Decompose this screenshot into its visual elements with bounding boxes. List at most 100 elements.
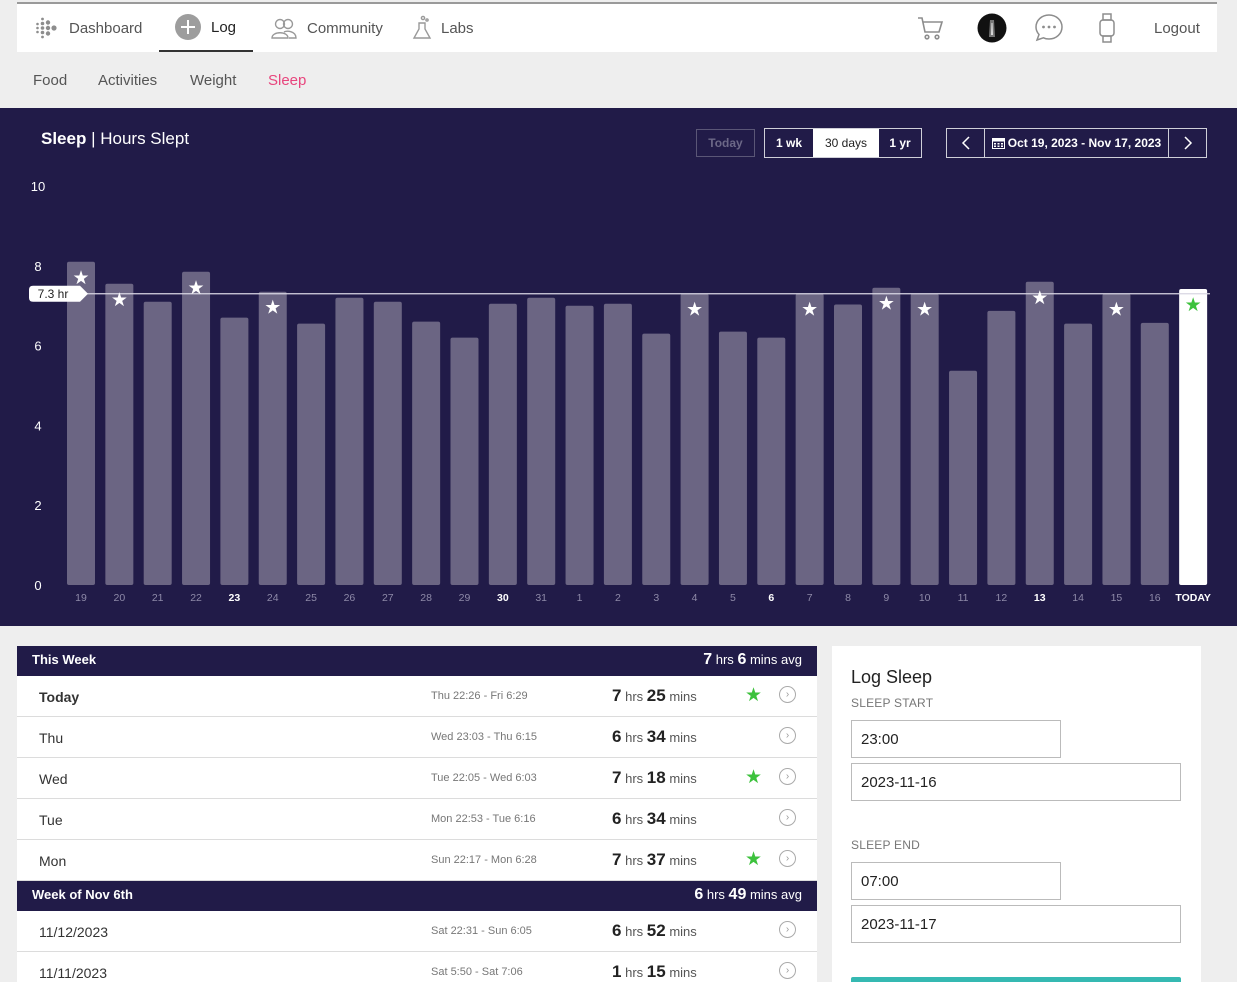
sleep-bar[interactable] <box>527 297 556 585</box>
sleep-bar[interactable] <box>335 297 364 585</box>
sleep-bar[interactable] <box>718 331 747 585</box>
sleep-bar[interactable] <box>1140 322 1169 585</box>
chevron-right-icon[interactable]: › <box>779 727 796 744</box>
avatar[interactable] <box>977 13 1007 43</box>
subnav-sleep[interactable]: Sleep <box>268 72 306 89</box>
y-tick-label: 8 <box>34 259 41 274</box>
sleep-end-label: SLEEP END <box>851 838 920 852</box>
sleep-bar[interactable] <box>67 261 95 585</box>
nav-community[interactable]: Community <box>270 4 383 52</box>
logout-link[interactable]: Logout <box>1154 4 1200 52</box>
x-tick-label: 1 <box>577 592 583 604</box>
nav-log-label: Log <box>211 18 237 36</box>
logout-label: Logout <box>1154 19 1200 37</box>
chevron-right-icon[interactable]: › <box>779 850 796 867</box>
sleep-bar[interactable] <box>373 301 402 585</box>
sleep-bar[interactable] <box>143 301 172 585</box>
sleep-bar[interactable] <box>834 304 862 585</box>
chevron-right-icon[interactable]: › <box>779 686 796 703</box>
sleep-end-date-input[interactable]: 2023-11-17 <box>851 905 1181 943</box>
y-tick-label: 2 <box>34 498 41 513</box>
row-day: Today <box>39 689 80 705</box>
sleep-bar[interactable] <box>1064 323 1093 585</box>
goal-star-icon: ★ <box>1108 299 1125 321</box>
row-time-range: Thu 22:26 - Fri 6:29 <box>431 690 528 702</box>
sleep-bar[interactable] <box>680 293 709 585</box>
subnav-weight[interactable]: Weight <box>190 72 236 89</box>
sleep-bar[interactable] <box>757 337 786 585</box>
row-duration: 7 hrs 37 mins <box>612 850 697 869</box>
sleep-bar[interactable] <box>795 293 824 585</box>
log-sleep-title: Log Sleep <box>851 667 933 687</box>
sleep-bar-chart: 024681019 20 21 22 23 24 25 26 27 28 29 30 31 1 2 3 4 5 6 7… <box>29 179 1211 604</box>
sleep-bar[interactable] <box>603 303 632 585</box>
table-row[interactable]: 11/11/2023 Sat 5:50 - Sat 7:06 1 hrs 15 mi… <box>17 952 817 982</box>
nav-labs-label: Labs <box>441 19 474 37</box>
x-tick-label: 12 <box>996 592 1008 604</box>
x-tick-label: 14 <box>1072 592 1084 604</box>
sleep-bar[interactable] <box>182 271 211 585</box>
x-tick-label: 11 <box>958 592 969 604</box>
sleep-bar[interactable] <box>949 370 978 585</box>
x-tick-label: 6 <box>768 592 774 604</box>
nav-dashboard[interactable]: Dashboard <box>34 4 142 52</box>
sleep-end-time-input[interactable]: 07:00 <box>851 862 1061 900</box>
table-row[interactable]: Mon Sun 22:17 - Mon 6:28 7 hrs 37 mins ★ › <box>17 840 817 881</box>
subnav-activities[interactable]: Activities <box>98 72 157 89</box>
sleep-bar[interactable] <box>1025 281 1054 585</box>
goal-star-icon: ★ <box>745 849 763 870</box>
row-duration: 6 hrs 34 mins <box>612 809 697 828</box>
nav-log[interactable]: Log <box>159 4 253 52</box>
plus-circle-icon <box>174 13 202 41</box>
table-row[interactable]: Thu Wed 23:03 - Thu 6:15 6 hrs 34 mins › <box>17 717 817 758</box>
table-row[interactable]: Today Thu 22:26 - Fri 6:29 7 hrs 25 mins ★ › <box>17 676 817 717</box>
community-people-icon <box>270 17 298 39</box>
sleep-bar[interactable] <box>412 321 441 585</box>
sleep-bar[interactable] <box>872 287 901 585</box>
sleep-bar[interactable] <box>105 283 134 585</box>
cart-icon[interactable] <box>915 13 945 43</box>
sleep-bar[interactable] <box>488 303 517 585</box>
row-time-range: Sat 22:31 - Sun 6:05 <box>431 925 532 937</box>
row-time-range: Wed 23:03 - Thu 6:15 <box>431 731 537 743</box>
table-row[interactable]: Wed Tue 22:05 - Wed 6:03 7 hrs 18 mins ★ › <box>17 758 817 799</box>
sleep-bar[interactable] <box>258 291 287 585</box>
row-day: 11/12/2023 <box>39 924 109 940</box>
row-duration: 6 hrs 34 mins <box>612 727 697 746</box>
log-sleep-submit-button[interactable] <box>851 977 1181 982</box>
goal-star-icon: ★ <box>745 767 763 788</box>
goal-star-icon: ★ <box>1031 287 1048 309</box>
sleep-bar[interactable] <box>450 337 479 585</box>
chat-bubble-icon[interactable] <box>1034 13 1064 43</box>
nav-labs[interactable]: Labs <box>412 4 474 52</box>
sleep-start-date-input[interactable]: 2023-11-16 <box>851 763 1181 801</box>
row-duration: 7 hrs 25 mins <box>612 686 697 705</box>
x-tick-label: 28 <box>420 592 432 604</box>
sleep-bar[interactable] <box>1102 293 1131 585</box>
sleep-bar[interactable] <box>987 310 1016 585</box>
sleep-start-time-input[interactable]: 23:00 <box>851 720 1061 758</box>
x-tick-label: 25 <box>305 592 317 604</box>
x-tick-label: TODAY <box>1175 592 1211 604</box>
chevron-right-icon[interactable]: › <box>779 921 796 938</box>
x-tick-label: 27 <box>382 592 394 604</box>
chevron-right-icon[interactable]: › <box>779 809 796 826</box>
sleep-bar[interactable] <box>220 317 249 585</box>
row-time-range: Sat 5:50 - Sat 7:06 <box>431 966 523 978</box>
sleep-bar[interactable] <box>910 293 939 585</box>
sleep-bar[interactable] <box>642 333 671 585</box>
sleep-bar[interactable] <box>565 305 594 585</box>
watch-device-icon[interactable] <box>1095 13 1119 43</box>
week-title: Week of Nov 6th <box>32 887 133 902</box>
chevron-right-icon[interactable]: › <box>779 768 796 785</box>
chevron-right-icon[interactable]: › <box>779 962 796 979</box>
goal-label: 7.3 hr <box>38 287 69 301</box>
table-row[interactable]: Tue Mon 22:53 - Tue 6:16 6 hrs 34 mins › <box>17 799 817 840</box>
x-tick-label: 20 <box>114 592 126 604</box>
sleep-bar[interactable] <box>297 323 326 585</box>
sleep-bar[interactable] <box>1179 288 1208 585</box>
goal-star-icon: ★ <box>916 299 933 321</box>
table-row[interactable]: 11/12/2023 Sat 22:31 - Sun 6:05 6 hrs 52 m… <box>17 911 817 952</box>
subnav-food[interactable]: Food <box>33 72 67 89</box>
x-tick-label: 10 <box>919 592 931 604</box>
